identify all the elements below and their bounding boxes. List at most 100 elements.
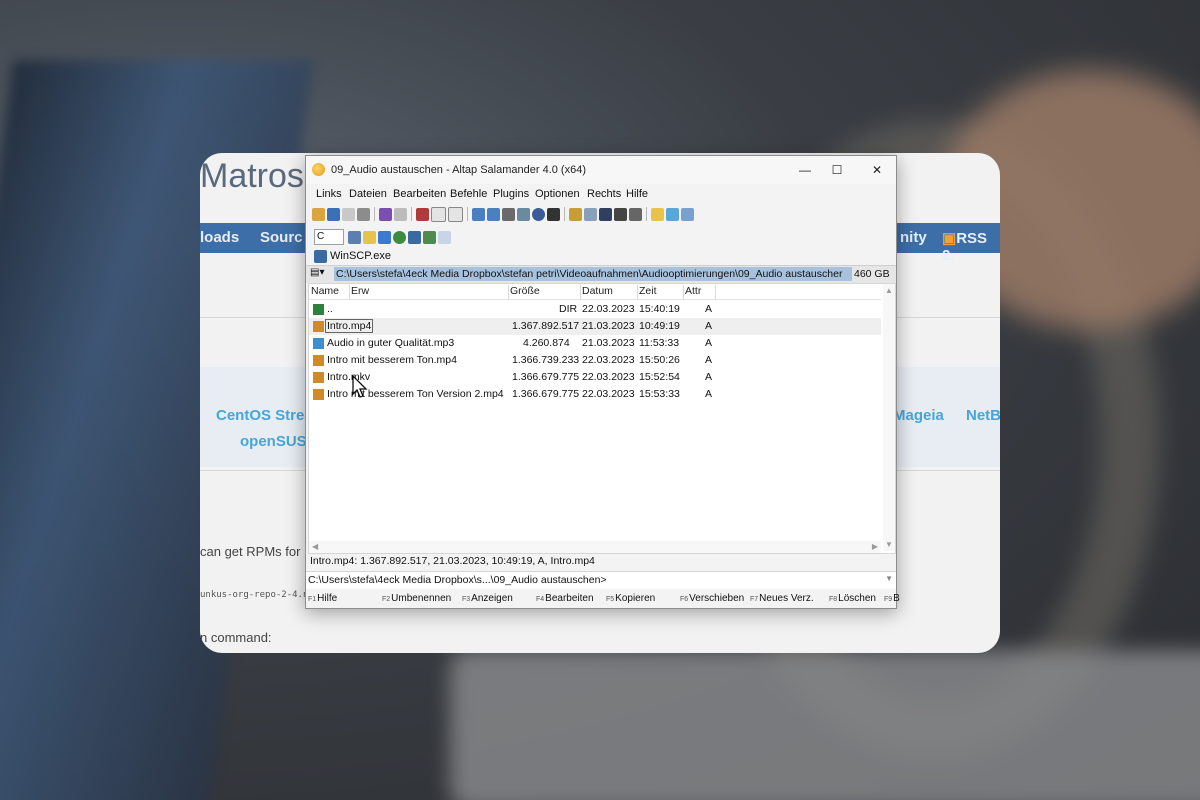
unpack-icon[interactable] [487, 207, 500, 221]
blurred-desk [450, 650, 1200, 800]
table-row[interactable]: .. DIR 22.03.2023 15:40:19 A [309, 301, 881, 318]
sync-icon[interactable] [517, 207, 530, 221]
winscp-icon [314, 250, 327, 263]
toolbar-separator [646, 207, 647, 221]
paste-icon[interactable] [448, 206, 463, 222]
distro-link-mageia[interactable]: Mageia [893, 407, 944, 424]
video-file-icon [313, 372, 324, 383]
current-path[interactable]: C:\Users\stefa\4eck Media Dropbox\stefan… [334, 267, 852, 281]
column-time[interactable]: Zeit [637, 285, 684, 299]
minimize-button[interactable]: — [790, 160, 820, 180]
menu-befehle[interactable]: Befehle [450, 188, 487, 200]
fkey-new-folder[interactable]: F7Neues Verz. [750, 593, 814, 604]
disk-icon[interactable] [438, 230, 451, 244]
column-ext[interactable]: Erw [349, 285, 509, 299]
table-row[interactable]: Intro mit besserem Ton.mp4 1.366.739.233… [309, 352, 881, 369]
menu-hilfe[interactable]: Hilfe [626, 188, 648, 200]
scroll-right-icon[interactable]: ▶ [872, 542, 878, 551]
menu-bearbeiten[interactable]: Bearbeiten [393, 188, 446, 200]
fkey-copy[interactable]: F5Kopieren [606, 593, 655, 604]
ftp-icon[interactable] [393, 230, 406, 244]
pack-icon[interactable] [472, 207, 485, 221]
title-bar[interactable]: 09_Audio austauschen - Altap Salamander … [306, 156, 896, 184]
horizontal-scrollbar[interactable]: ◀ ▶ [309, 541, 881, 553]
drive-dropdown-icon[interactable]: ▤▾ [310, 267, 324, 278]
column-name[interactable]: Name [309, 285, 350, 299]
column-header: Name Erw Größe Datum Zeit Attr [309, 284, 881, 300]
forward-arrow-icon[interactable] [342, 207, 355, 221]
toolbar-separator [411, 207, 412, 221]
table-row[interactable]: Intro.mp4 1.367.892.517 21.03.2023 10:49… [309, 318, 881, 335]
fkey-move[interactable]: F6Verschieben [680, 593, 744, 604]
drive-c-button[interactable]: C [314, 229, 344, 245]
column-attr[interactable]: Attr [683, 285, 716, 299]
menu-rechts[interactable]: Rechts [587, 188, 621, 200]
folder-icon[interactable] [651, 207, 664, 221]
vertical-scrollbar[interactable]: ▲ ▼ [883, 284, 895, 551]
distro-link-centos[interactable]: CentOS Strea [216, 407, 313, 424]
distro-link-netbsd[interactable]: NetB [966, 407, 1000, 424]
nav-link-downloads[interactable]: loads [200, 229, 239, 246]
scroll-up-icon[interactable]: ▲ [885, 286, 893, 295]
table-row[interactable]: Intro mit besserem Ton Version 2.mp4 1.3… [309, 386, 881, 403]
unfilter-icon[interactable] [394, 207, 407, 221]
fkey-delete[interactable]: F8Löschen [829, 593, 876, 604]
fkey-more[interactable]: F9B [884, 593, 900, 604]
shared-folder-icon[interactable] [363, 230, 376, 244]
rss-icon: ▣ [942, 230, 957, 247]
nav-link-community[interactable]: nity [900, 229, 927, 246]
home-icon[interactable] [681, 207, 694, 221]
scroll-down-icon[interactable]: ▼ [885, 540, 893, 549]
table-row[interactable]: Audio in guter Qualität.mp3 4.260.874 21… [309, 335, 881, 352]
fkey-edit[interactable]: F4Bearbeiten [536, 593, 594, 604]
terminal-icon[interactable] [614, 207, 627, 221]
page-text: n command: [200, 630, 272, 645]
up-dir-icon [313, 304, 324, 315]
filter-icon[interactable] [379, 207, 392, 221]
refresh-icon[interactable] [532, 207, 545, 221]
find-icon[interactable] [569, 207, 582, 221]
plugin-icon[interactable] [423, 230, 436, 244]
view-mode-icon[interactable] [629, 207, 642, 221]
record-icon[interactable] [547, 207, 560, 221]
panels-icon[interactable] [502, 207, 515, 221]
menu-optionen[interactable]: Optionen [535, 188, 580, 200]
back-arrow-icon[interactable] [327, 207, 340, 221]
salamander-app-icon [312, 163, 325, 176]
nav-link-rss[interactable]: ▣RSS 2. [942, 229, 1000, 264]
column-size[interactable]: Größe [508, 285, 581, 299]
connect-icon[interactable] [312, 207, 325, 221]
toolbar-separator [374, 207, 375, 221]
free-space: 460 GB [854, 268, 890, 280]
cut-icon[interactable] [416, 207, 429, 221]
explorer-icon[interactable] [666, 207, 679, 221]
maximize-button[interactable]: ☐ [822, 160, 852, 180]
hot-path-bar: WinSCP.exe [306, 249, 896, 265]
fkey-help[interactable]: F1Hilfe [308, 593, 337, 604]
main-toolbar [312, 206, 694, 222]
fkey-view[interactable]: F3Anzeigen [462, 593, 513, 604]
menu-links[interactable]: Links [316, 188, 342, 200]
nav-link-source[interactable]: Sourc [260, 229, 303, 246]
menu-dateien[interactable]: Dateien [349, 188, 387, 200]
menu-plugins[interactable]: Plugins [493, 188, 529, 200]
command-history-dropdown-icon[interactable]: ▼ [885, 574, 893, 583]
find-files-icon[interactable] [584, 207, 597, 221]
scroll-left-icon[interactable]: ◀ [312, 542, 318, 551]
network-icon[interactable] [348, 230, 361, 244]
hot-path-winscp[interactable]: WinSCP.exe [330, 250, 391, 262]
cloud-icon[interactable] [378, 230, 391, 244]
winscp-icon[interactable] [408, 230, 421, 244]
close-button[interactable]: ✕ [862, 160, 892, 180]
video-file-icon [313, 355, 324, 366]
table-row[interactable]: Intro.mkv 1.366.679.775 22.03.2023 15:52… [309, 369, 881, 386]
status-line: Intro.mp4: 1.367.892.517, 21.03.2023, 10… [310, 555, 595, 567]
distro-link-opensuse[interactable]: openSUS [240, 433, 307, 450]
drive-icon[interactable] [357, 207, 370, 221]
fkey-rename[interactable]: F2Umbenennen [382, 593, 451, 604]
copy-icon[interactable] [431, 206, 446, 222]
user-icon[interactable] [599, 207, 612, 221]
command-line[interactable]: C:\Users\stefa\4eck Media Dropbox\s...\0… [306, 571, 896, 589]
file-panel: Name Erw Größe Datum Zeit Attr .. DIR 22… [308, 283, 896, 554]
column-date[interactable]: Datum [580, 285, 638, 299]
